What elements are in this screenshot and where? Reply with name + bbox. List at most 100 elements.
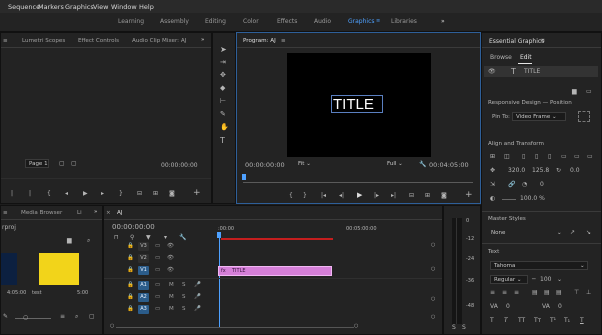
selection-tool-icon[interactable]: ➤ — [220, 45, 227, 54]
master-styles-select[interactable]: None ⌄ — [488, 229, 562, 238]
eye-icon[interactable]: 👁 — [167, 255, 174, 261]
search-icon[interactable]: ⌕ — [87, 237, 90, 245]
timeline-zoom-bar[interactable]: ○ ○ — [106, 323, 436, 330]
workspace-menu-icon[interactable]: ≡ — [376, 18, 380, 24]
program-menu-icon[interactable]: ≡ — [281, 38, 286, 44]
yellow-thumbnail[interactable] — [39, 253, 79, 285]
workspace-libraries[interactable]: Libraries — [391, 18, 417, 25]
underline-icon[interactable]: T — [580, 317, 584, 324]
mute-icon[interactable]: M — [169, 294, 174, 300]
bottom-align-icon[interactable]: ⊥ — [586, 289, 591, 296]
solo-icon[interactable]: S — [182, 282, 186, 288]
bin-icon[interactable]: ▢ — [89, 313, 95, 320]
align-middle-icon[interactable]: ▭ — [574, 153, 580, 160]
program-playhead[interactable] — [242, 174, 246, 180]
play-icon[interactable]: ▶ — [83, 190, 88, 197]
scale-percent[interactable]: 100.0 % — [520, 195, 545, 202]
justify-center-icon[interactable]: ▤ — [544, 289, 550, 296]
type-tool-icon[interactable]: T — [220, 136, 225, 145]
fit-select[interactable]: Fit ⌄ — [295, 160, 325, 169]
program-step-forward-icon[interactable]: |▸ — [374, 192, 379, 199]
mic-icon[interactable]: 🎤 — [194, 294, 201, 300]
mark-out-icon[interactable]: | — [29, 190, 31, 197]
pull-style-icon[interactable]: ↘ — [586, 229, 591, 236]
position-y[interactable]: 125.8 — [532, 167, 549, 174]
program-step-back-icon[interactable]: ◂| — [339, 192, 344, 199]
top-align-icon[interactable]: ⊤ — [574, 289, 579, 296]
meter-solo-button-2[interactable]: S — [462, 324, 466, 331]
workspace-color[interactable]: Color — [243, 18, 259, 25]
workspace-audio[interactable]: Audio — [314, 18, 331, 25]
eye-icon[interactable]: 👁 — [167, 243, 174, 249]
lock-icon[interactable]: 🔒 — [127, 243, 134, 249]
program-export-frame-icon[interactable]: ◙ — [441, 192, 447, 199]
scroll-handle-bottom[interactable]: ○ — [431, 314, 435, 320]
zoom-slider[interactable] — [15, 318, 51, 319]
lock-icon[interactable]: 🔒 — [127, 294, 134, 300]
solo-icon[interactable]: S — [182, 306, 186, 312]
workspace-assembly[interactable]: Assembly — [160, 18, 189, 25]
workspace-editing[interactable]: Editing — [205, 18, 226, 25]
new-layer-icon[interactable]: ▆ — [572, 88, 577, 95]
tab-effect-controls[interactable]: Effect Controls — [78, 38, 119, 44]
more-workspaces-icon[interactable]: » — [441, 18, 445, 25]
superscript-icon[interactable]: T¹ — [550, 317, 556, 324]
program-mark-in-icon[interactable]: { — [289, 192, 293, 199]
track-label-a3[interactable]: A3 — [138, 305, 149, 314]
rotation-degrees[interactable]: 0 — [540, 181, 544, 188]
program-play-icon[interactable]: ▶ — [357, 191, 362, 199]
sequence-thumbnail[interactable] — [1, 253, 17, 285]
source-page-icon-2[interactable]: ▢ — [71, 160, 77, 167]
timeline-settings-icon[interactable]: 🔧 — [179, 234, 186, 241]
align-text-left-icon[interactable]: ≡ — [490, 289, 495, 296]
source-page-icon[interactable]: ▢ — [59, 160, 65, 167]
pin-anchor-icon[interactable] — [578, 111, 590, 122]
zoom-slider-handle[interactable]: ○ — [23, 314, 28, 321]
sort-icon[interactable]: ≡ — [60, 313, 65, 320]
layer-row-title[interactable]: 👁 T TITLE — [484, 66, 598, 77]
mic-icon[interactable]: 🎤 — [194, 306, 201, 312]
lift-icon[interactable]: ⊟ — [409, 192, 414, 199]
menu-sequence[interactable]: Sequence — [8, 3, 40, 11]
essential-menu-icon[interactable]: ≡ — [540, 37, 545, 44]
scroll-handle-top[interactable]: ○ — [431, 242, 435, 248]
align-horiz-center-icon[interactable]: ◫ — [504, 153, 510, 160]
tracking-value[interactable]: 0 — [506, 303, 510, 310]
program-scrubber-track[interactable] — [243, 182, 473, 183]
small-caps-icon[interactable]: Tᴛ — [534, 317, 541, 324]
align-center-icon[interactable]: ▯ — [535, 153, 538, 160]
program-video-frame[interactable]: TITLE — [287, 53, 431, 157]
mic-icon[interactable]: 🎤 — [194, 282, 201, 288]
step-back-icon[interactable]: ◂ — [65, 190, 68, 197]
align-text-center-icon[interactable]: ≡ — [502, 289, 507, 296]
add-marker-icon[interactable]: ▼ — [146, 234, 151, 241]
faux-italic-icon[interactable]: T — [504, 317, 508, 324]
sync-icon[interactable]: ▭ — [155, 267, 160, 273]
list-view-icon[interactable]: ✎ — [3, 313, 8, 320]
go-to-out-icon[interactable]: } — [119, 190, 123, 197]
pen-tool-icon[interactable]: ✎ — [220, 110, 226, 118]
track-select-icon[interactable]: ⇥ — [220, 58, 226, 66]
quality-select[interactable]: Full ⌄ — [384, 160, 410, 169]
slip-tool-icon[interactable]: ⊢ — [220, 97, 226, 105]
zoom-end-handle[interactable]: ○ — [354, 323, 358, 329]
tab-browse[interactable]: Browse — [490, 54, 512, 61]
new-item-icon[interactable]: ▭ — [586, 88, 592, 95]
find-icon[interactable]: ⌕ — [75, 313, 78, 321]
lock-icon[interactable]: 🔒 — [127, 267, 134, 273]
ripple-edit-icon[interactable]: ✥ — [220, 71, 226, 79]
tab-program[interactable]: Program: AJ — [243, 38, 276, 44]
timeline-timecode[interactable]: 00:00:00:00 — [112, 223, 155, 231]
push-style-icon[interactable]: ↗ — [570, 229, 575, 236]
program-add-button-icon[interactable]: + — [465, 190, 473, 200]
add-button-icon[interactable]: + — [193, 188, 201, 198]
panel-menu-icon[interactable]: ≡ — [3, 38, 8, 44]
font-size-value[interactable]: 100 — [540, 276, 551, 283]
zoom-start-handle[interactable]: ○ — [110, 323, 114, 329]
hand-tool-icon[interactable]: ✋ — [220, 123, 229, 131]
pin-to-select[interactable]: Video Frame ⌄ — [512, 112, 566, 121]
opacity-slider[interactable] — [502, 199, 516, 200]
title-text[interactable]: TITLE — [333, 96, 374, 113]
snap-icon[interactable]: ⊓ — [114, 234, 119, 241]
subscript-icon[interactable]: T₁ — [564, 317, 570, 324]
